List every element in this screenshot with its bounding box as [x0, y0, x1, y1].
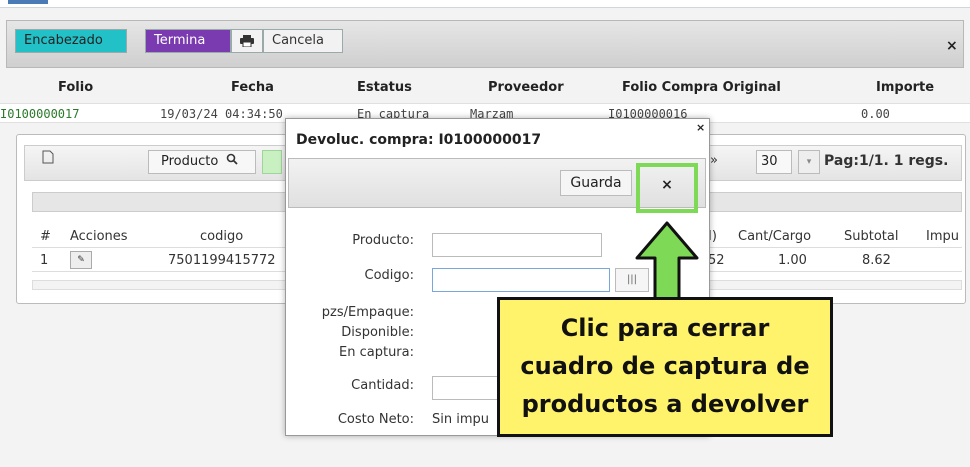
disponible-label: Disponible:	[341, 325, 414, 340]
modal-title: Devoluc. compra: I0100000017	[296, 132, 542, 148]
col-acciones[interactable]: Acciones	[70, 229, 128, 244]
cell-partial: 52	[708, 253, 725, 268]
pager-status: Pag:1/1. 1 regs.	[824, 153, 949, 169]
producto-label: Producto:	[352, 233, 414, 248]
top-bar	[0, 0, 970, 8]
callout-line-3: productos a devolver	[521, 390, 809, 418]
producto-input[interactable]	[432, 233, 602, 257]
codigo-input[interactable]	[432, 268, 610, 292]
producto-label: Producto	[161, 154, 219, 169]
chevron-down-icon[interactable]: ▾	[798, 150, 820, 174]
guarda-button[interactable]: Guarda	[560, 170, 632, 196]
col-num[interactable]: #	[40, 229, 51, 244]
top-accent	[8, 0, 48, 4]
grid-header: Folio Fecha Estatus Proveedor Folio Comp…	[0, 80, 970, 102]
pzs-empaque-label: pzs/Empaque:	[321, 305, 414, 320]
print-icon	[240, 35, 254, 48]
cell-importe: 0.00	[861, 107, 890, 121]
edit-icon[interactable]: ✎	[70, 251, 92, 269]
callout-line-1: Clic para cerrar	[560, 314, 770, 342]
costo-neto-value: Sin impu	[432, 412, 490, 427]
cell-folio: I0100000017	[0, 107, 80, 121]
close-icon[interactable]: ×	[696, 121, 705, 134]
print-button[interactable]	[231, 29, 263, 53]
termina-button[interactable]: Termina	[145, 29, 231, 53]
codigo-label: Codigo:	[364, 268, 414, 283]
col-estatus[interactable]: Estatus	[357, 80, 412, 95]
search-icon	[227, 153, 239, 165]
producto-search-button[interactable]: Producto	[148, 150, 256, 174]
rows-per-page-select[interactable]: 30	[756, 150, 792, 174]
col-fecha[interactable]: Fecha	[231, 80, 274, 95]
cantidad-label: Cantidad:	[351, 378, 414, 393]
green-field[interactable]	[262, 150, 282, 174]
close-icon[interactable]: ×	[946, 38, 958, 54]
col-subtotal[interactable]: Subtotal	[844, 229, 898, 244]
callout-line-2: cuadro de captura de	[520, 352, 810, 380]
encabezado-button[interactable]: Encabezado	[15, 29, 127, 53]
col-proveedor[interactable]: Proveedor	[488, 80, 564, 95]
col-codigo[interactable]: codigo	[200, 229, 243, 244]
cantidad-input[interactable]	[432, 376, 502, 400]
cell-num: 1	[40, 253, 49, 268]
next-page-button[interactable]: »	[710, 153, 718, 168]
en-captura-label: En captura:	[339, 345, 414, 360]
col-folio-compra[interactable]: Folio Compra Original	[622, 80, 781, 95]
costo-neto-label: Costo Neto:	[337, 412, 414, 427]
cell-codigo: 7501199415772	[168, 253, 276, 268]
new-document-icon[interactable]	[36, 150, 60, 172]
highlight-box	[636, 163, 698, 213]
col-importe[interactable]: Importe	[876, 80, 934, 95]
main-toolbar: Encabezado Termina Cancela	[6, 20, 964, 68]
cell-subtotal: 8.62	[862, 253, 891, 268]
cell-fecha: 19/03/24 04:34:50	[160, 107, 283, 121]
col-impu[interactable]: Impu	[926, 229, 959, 244]
col-folio[interactable]: Folio	[58, 80, 93, 95]
instruction-callout: Clic para cerrar cuadro de captura de pr…	[497, 297, 833, 437]
col-cant-cargo[interactable]: Cant/Cargo	[738, 229, 811, 244]
cancela-button[interactable]: Cancela	[263, 29, 343, 53]
cell-cant-cargo: 1.00	[778, 253, 807, 268]
